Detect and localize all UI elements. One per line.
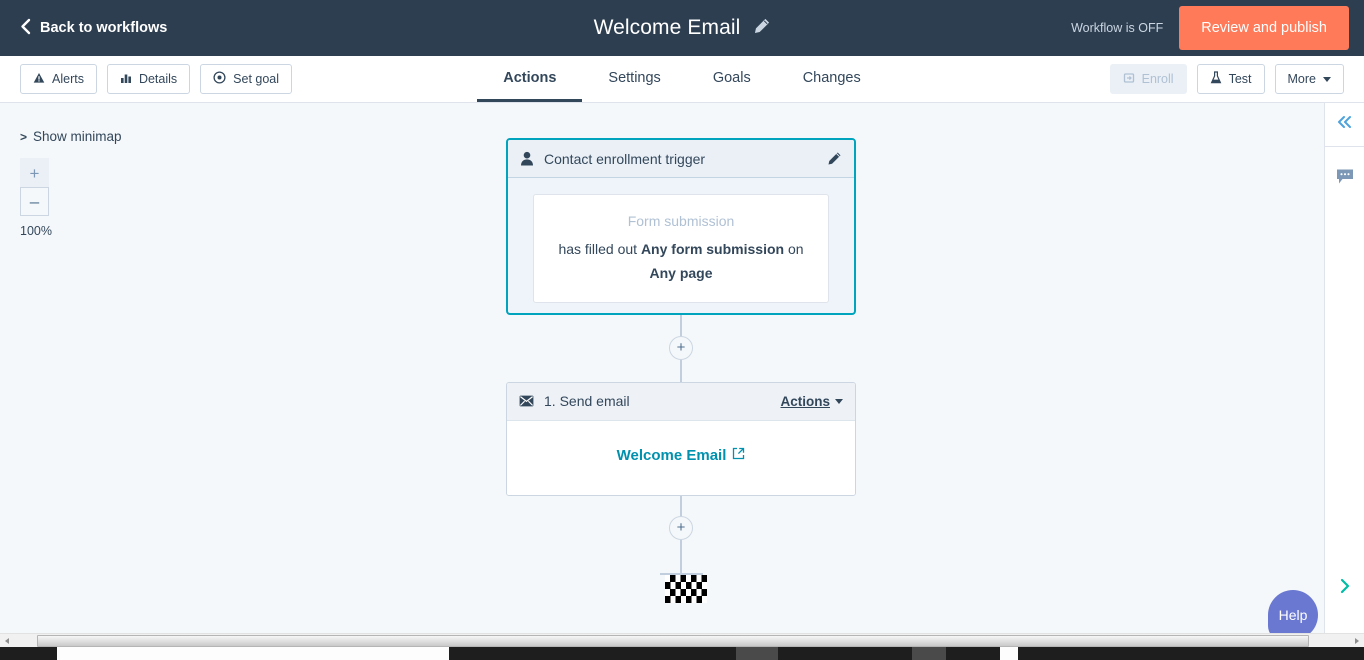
send-email-node-header: 1. Send email Actions xyxy=(507,382,855,421)
trigger-filter-card[interactable]: Form submission has filled out Any form … xyxy=(533,194,829,303)
comment-bubble-icon xyxy=(1336,168,1354,190)
details-button[interactable]: Details xyxy=(106,64,191,94)
tab-actions[interactable]: Actions xyxy=(477,56,583,102)
more-label: More xyxy=(1287,72,1316,86)
collapse-sidebar-button[interactable] xyxy=(1325,103,1364,147)
taskbar-window-2[interactable] xyxy=(736,647,778,660)
contact-enrollment-trigger-node[interactable]: Contact enrollment trigger Form submissi… xyxy=(506,138,856,315)
top-right-actions: Workflow is OFF Review and publish xyxy=(1071,0,1364,56)
test-label: Test xyxy=(1228,72,1252,86)
enroll-icon xyxy=(1123,72,1135,87)
filter-bold-form: Any form submission xyxy=(640,241,785,257)
expand-panel-button[interactable] xyxy=(1325,577,1364,600)
horizontal-scrollbar[interactable] xyxy=(0,633,1364,647)
checkered-flag-icon xyxy=(665,574,707,603)
tab-changes[interactable]: Changes xyxy=(777,56,887,102)
scroll-right-arrow-icon[interactable] xyxy=(1350,634,1364,648)
filter-mid: on xyxy=(784,241,804,257)
trigger-node-header: Contact enrollment trigger xyxy=(508,140,854,178)
bar-chart-icon xyxy=(120,72,132,87)
alert-triangle-icon xyxy=(33,72,45,87)
filter-type-label: Form submission xyxy=(627,213,735,229)
test-button[interactable]: Test xyxy=(1196,64,1265,94)
zoom-in-button[interactable]: + xyxy=(20,158,49,187)
show-minimap-toggle[interactable]: > Show minimap xyxy=(20,129,122,144)
zoom-controls: + – 100% xyxy=(20,158,52,238)
set-goal-label: Set goal xyxy=(233,72,280,86)
page-title: Welcome Email xyxy=(593,16,741,39)
scroll-left-arrow-icon[interactable] xyxy=(0,634,14,648)
email-asset-name: Welcome Email xyxy=(616,446,727,464)
node-actions-label: Actions xyxy=(780,393,830,409)
filter-prefix: has filled out xyxy=(558,241,641,257)
target-icon xyxy=(213,71,226,87)
add-action-button-2[interactable]: + xyxy=(669,515,693,540)
details-label: Details xyxy=(138,72,178,86)
taskbar-window-1[interactable] xyxy=(57,647,449,660)
workflow-status-text: Workflow is OFF xyxy=(1071,21,1164,35)
right-sidebar xyxy=(1324,103,1364,644)
caret-down-icon xyxy=(835,398,843,404)
connector-1: + xyxy=(506,314,856,382)
toolbar-left-group: Alerts Details Set goal xyxy=(20,64,293,94)
tab-settings[interactable]: Settings xyxy=(582,56,686,102)
zoom-level-label: 100% xyxy=(20,224,52,238)
alerts-button[interactable]: Alerts xyxy=(20,64,97,94)
email-asset-link[interactable]: Welcome Email xyxy=(617,447,746,464)
workflow-toolbar: Alerts Details Set goal Actions Settings… xyxy=(0,56,1364,103)
taskbar-window-3[interactable] xyxy=(912,647,946,660)
add-action-button-1[interactable]: + xyxy=(669,335,693,360)
trigger-node-body: Form submission has filled out Any form … xyxy=(508,178,854,303)
back-to-workflows-label: Back to workflows xyxy=(40,20,168,36)
os-taskbar xyxy=(0,647,1364,660)
trigger-node-title: Contact enrollment trigger xyxy=(544,150,706,167)
connector-line xyxy=(680,543,682,573)
send-email-node-body: Welcome Email xyxy=(507,420,855,495)
scrollbar-thumb[interactable] xyxy=(37,634,1309,647)
connector-2: + xyxy=(506,495,856,544)
filter-description: has filled out Any form submission on An… xyxy=(550,238,812,286)
top-navigation-bar: Back to workflows Welcome Email Workflow… xyxy=(0,0,1364,56)
send-email-action-node[interactable]: 1. Send email Actions Welcome Email xyxy=(506,381,856,496)
pencil-icon[interactable] xyxy=(754,18,770,39)
comments-button[interactable] xyxy=(1325,147,1364,211)
pencil-icon[interactable] xyxy=(827,151,842,166)
chevron-left-icon xyxy=(20,18,31,39)
filter-bold-page: Any page xyxy=(649,264,713,281)
external-link-icon xyxy=(732,447,745,464)
chevron-right-icon xyxy=(1338,577,1352,600)
taskbar-window-4[interactable] xyxy=(1000,647,1018,660)
show-minimap-label: Show minimap xyxy=(33,129,122,144)
flask-icon xyxy=(1210,71,1222,87)
review-and-publish-button[interactable]: Review and publish xyxy=(1179,6,1349,50)
zoom-out-button[interactable]: – xyxy=(20,187,49,216)
set-goal-button[interactable]: Set goal xyxy=(200,64,293,94)
node-actions-dropdown[interactable]: Actions xyxy=(780,394,843,409)
more-button[interactable]: More xyxy=(1274,64,1344,94)
send-email-node-title: 1. Send email xyxy=(544,393,630,410)
double-chevron-left-icon xyxy=(1336,115,1354,134)
caret-down-icon xyxy=(1323,76,1331,82)
workflow-canvas[interactable]: > Show minimap + – 100% Contact enrollme… xyxy=(0,103,1324,644)
toolbar-right-group: Enroll Test More xyxy=(1109,64,1344,94)
enroll-button[interactable]: Enroll xyxy=(1109,64,1187,94)
enroll-label: Enroll xyxy=(1141,72,1174,86)
tab-goals[interactable]: Goals xyxy=(687,56,777,102)
contact-person-icon xyxy=(520,151,534,166)
envelope-icon xyxy=(519,395,534,407)
back-to-workflows-link[interactable]: Back to workflows xyxy=(20,18,167,39)
workflow-flow: Contact enrollment trigger Form submissi… xyxy=(506,138,856,604)
chevron-right-icon: > xyxy=(20,129,28,144)
workflow-end-marker xyxy=(506,543,856,604)
alerts-label: Alerts xyxy=(52,72,84,86)
